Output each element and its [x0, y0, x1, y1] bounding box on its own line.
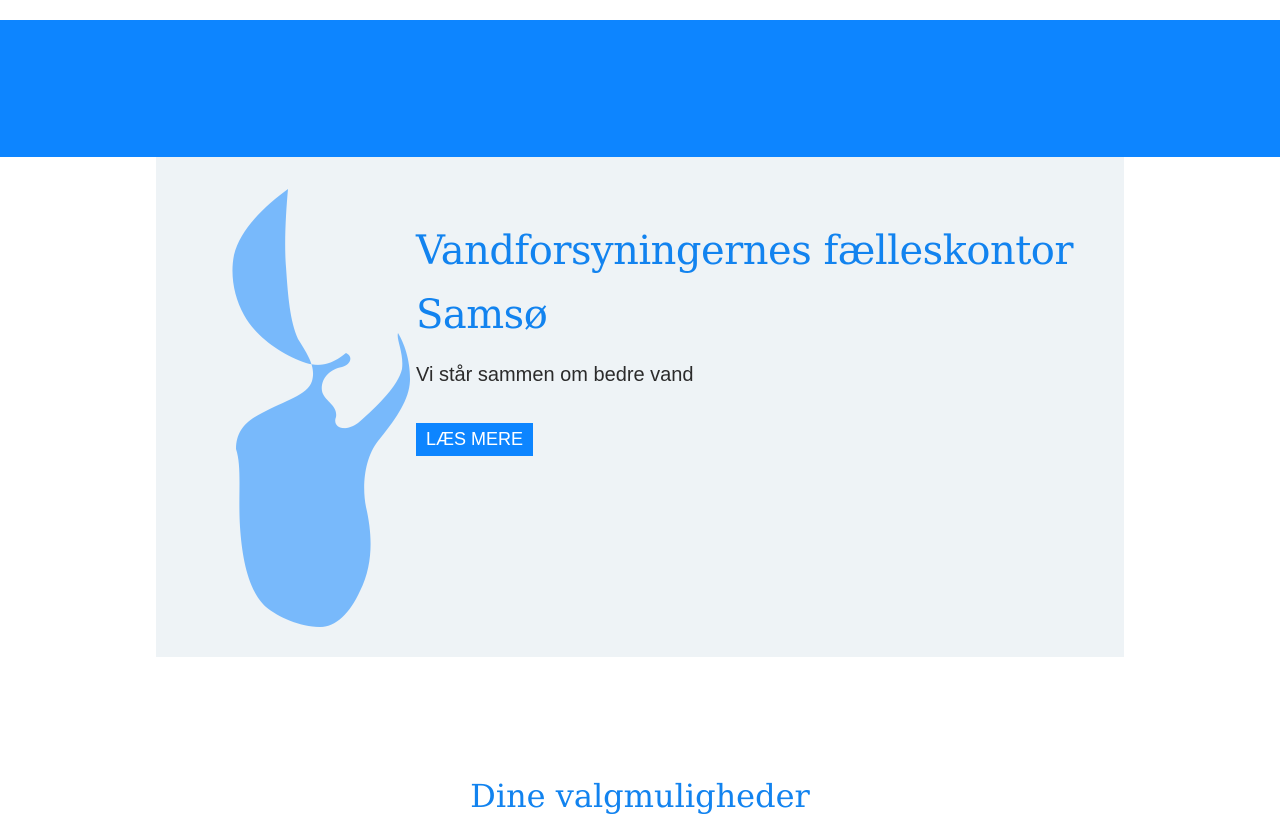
hero-section: Vandforsyningernes fælleskontor Samsø Vi…	[156, 157, 1124, 657]
samso-island-map	[232, 189, 410, 627]
hero-title: Vandforsyningernes fælleskontor Samsø	[416, 228, 1074, 338]
options-section-title: Dine valgmuligheder	[470, 777, 810, 815]
read-more-button[interactable]: LÆS MERE	[416, 423, 534, 456]
hero-content: Vandforsyningernes fælleskontor Samsø Vi…	[416, 219, 1096, 456]
hero-subtitle: Vi står sammen om bedre vand	[416, 364, 694, 386]
site-header	[0, 20, 1280, 157]
top-strip	[0, 0, 1280, 20]
